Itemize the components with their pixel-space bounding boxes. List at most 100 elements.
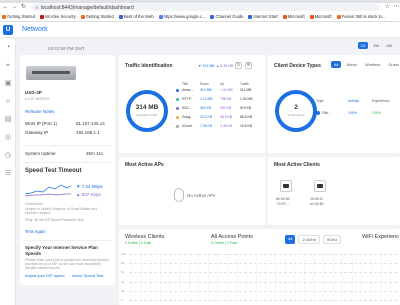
traffic-down-chip: ▼ 312 MB — [198, 64, 215, 68]
bookmark-favicon-icon — [248, 14, 253, 19]
bookmark-label: Best of the Web — [123, 14, 154, 19]
table-row[interactable]: iCloud 7.06 KB 2.45 KB 10.8 KB — [176, 124, 262, 133]
back-icon[interactable]: ← — [2, 4, 9, 11]
chart-vgrid — [140, 254, 142, 300]
y-tick-label: 0 — [121, 298, 123, 302]
chart-vgrid — [255, 254, 257, 300]
table-row[interactable]: Goog... 15.2 KB 48.5 KB 88.8 KB — [176, 115, 262, 124]
refresh-traffic-icon[interactable]: ↻ — [235, 62, 242, 69]
wireless-clients-sub: 0 Online | 0 Total — [125, 241, 152, 245]
chart-vgrid — [380, 254, 382, 300]
forward-icon[interactable]: → — [11, 4, 18, 11]
divider — [22, 145, 113, 146]
devices-icon[interactable]: ▣ — [4, 80, 12, 88]
band-tab[interactable]: 2.4GHz — [298, 235, 321, 244]
traffic-up-chip: ▲ 8.35 MB — [216, 64, 234, 68]
bookmark-favicon-icon — [309, 14, 314, 19]
bookmark-item[interactable]: Microsoft — [309, 14, 332, 19]
ct-row-type: Oth... — [322, 111, 331, 115]
most-active-clients-title: Most Active Clients — [274, 162, 320, 168]
url-field[interactable]: ⚠ localhost:8443/manage/default/dashboar… — [31, 4, 380, 11]
bookmark-item[interactable]: Channel Guide — [210, 14, 243, 19]
tab-wireless[interactable]: Wireless — [362, 61, 383, 68]
star-icon[interactable]: ☆ — [384, 4, 391, 11]
unifi-logo-icon[interactable]: U — [3, 25, 13, 35]
dashboard-icon[interactable]: ◔ — [4, 44, 12, 52]
chart-vgrid — [217, 254, 219, 300]
tab-all[interactable]: All — [331, 61, 342, 68]
gateway-ip-value: 192.168.1.1 — [76, 130, 100, 135]
speedtest-sparkline — [25, 184, 71, 197]
bookmark-favicon-icon — [80, 14, 85, 19]
release-notes-link[interactable]: Release Notes — [25, 109, 55, 114]
app-color-dot — [176, 98, 179, 101]
insights-icon[interactable]: ◎ — [4, 134, 12, 142]
client-device-icon[interactable] — [280, 180, 292, 192]
menu-icon[interactable]: ⋯ — [393, 4, 400, 11]
clients-icon[interactable]: ☺ — [4, 98, 12, 106]
adjust-isp-link[interactable]: Adjust your ISP speed — [25, 273, 65, 278]
table-row[interactable]: HTTP... 1.12 MB 758 KB 1.94 MB — [176, 97, 262, 106]
traffic-donut — [126, 90, 168, 132]
bookmark-item[interactable]: McAfee Security — [40, 14, 76, 19]
bookmark-item[interactable]: Microsoft — [282, 14, 305, 19]
range-1m-button[interactable]: 1M — [384, 42, 394, 49]
bookmark-item[interactable]: Fusion 360 is stuck in... — [336, 14, 385, 19]
app-color-dot — [176, 116, 179, 119]
connection-text: Unique to United Kingdom of Great Britai… — [25, 207, 98, 215]
other-type-dot — [316, 111, 320, 115]
uptime-label: System Uptime — [25, 151, 56, 156]
events-icon[interactable]: ☰ — [4, 170, 12, 178]
refresh-icon[interactable]: ↻ — [20, 4, 27, 11]
range-1d-button[interactable]: 1D — [358, 42, 368, 49]
chart-vgrid — [275, 254, 276, 300]
address-bar-row: ← → ↻ ⚠ localhost:8443/manage/default/da… — [0, 3, 400, 12]
bookmark-label: Internet Start — [253, 14, 278, 19]
band-tab[interactable]: All — [285, 235, 296, 244]
tab-guest[interactable]: Guest — [385, 61, 400, 68]
tab-wired[interactable]: Wired — [343, 61, 359, 68]
traffic-cell-traffic: 311 MB — [240, 88, 252, 92]
bookmark-item[interactable]: Best of the Web — [118, 14, 154, 19]
topology-icon[interactable]: ⌖ — [4, 62, 12, 70]
bookmark-label: Channel Guide — [215, 14, 244, 19]
traffic-table: Title Down Up Traffic Amaz... 310 MB 7.41 MB 31… — [176, 82, 262, 133]
bookmark-favicon-icon — [210, 14, 215, 19]
y-tick-label: 100 — [121, 252, 127, 256]
app-title: Network — [22, 26, 48, 33]
wireless-chart: 100 80 60 40 20 0 — [121, 252, 400, 302]
bookmark-item[interactable]: https://www.google.c... — [158, 14, 205, 19]
client-1-line2: :72:97:... — [276, 202, 290, 206]
wan-ip-label: WAN IP (Port 1) — [25, 121, 58, 126]
table-row[interactable]: SSL/... 362 KB 193 KB 519 KB — [176, 106, 262, 115]
chart-vgrid — [236, 254, 238, 300]
traffic-cell-up: 7.41 MB — [220, 88, 233, 92]
y-tick-label: 20 — [121, 288, 125, 293]
all-aps-title: All Access Points — [211, 234, 253, 240]
range-1w-button[interactable]: 1W — [371, 42, 381, 49]
band-tab[interactable]: 5GHz — [323, 235, 342, 244]
speedtest-title: Speed Test Timeout — [25, 168, 82, 174]
chart-vgrid — [284, 254, 286, 300]
client-type-tabs: All Wired Wireless Guest — [331, 61, 400, 68]
y-tick-label: 80 — [121, 261, 125, 266]
chart-vgrid — [313, 254, 315, 300]
bookmark-item[interactable]: Getting Started — [2, 14, 35, 19]
traffic-header-cell: Title — [182, 82, 189, 86]
alerts-icon[interactable]: ◷ — [4, 152, 12, 160]
bookmark-item[interactable]: Internet Start — [248, 14, 278, 19]
chart-vgrid — [294, 254, 296, 300]
usg-device-image — [26, 66, 76, 80]
traffic-settings-icon[interactable]: ⚙ — [245, 62, 252, 69]
bookmark-favicon-icon — [158, 14, 163, 19]
test-again-link[interactable]: Test Again — [25, 229, 46, 234]
bookmark-item[interactable]: Getting Started — [80, 14, 114, 19]
table-row[interactable]: Amaz... 310 MB 7.41 MB 311 MB — [176, 88, 262, 97]
about-speedtest-link[interactable]: About Speed Test — [72, 273, 104, 278]
bookmark-label: Getting Started — [85, 14, 114, 19]
app-color-dot — [176, 125, 179, 128]
client-device-icon[interactable] — [314, 180, 326, 192]
gateway-name: USG-3P — [25, 90, 42, 95]
stats-icon[interactable]: ▤ — [4, 116, 12, 124]
chart-vgrid — [179, 254, 180, 300]
